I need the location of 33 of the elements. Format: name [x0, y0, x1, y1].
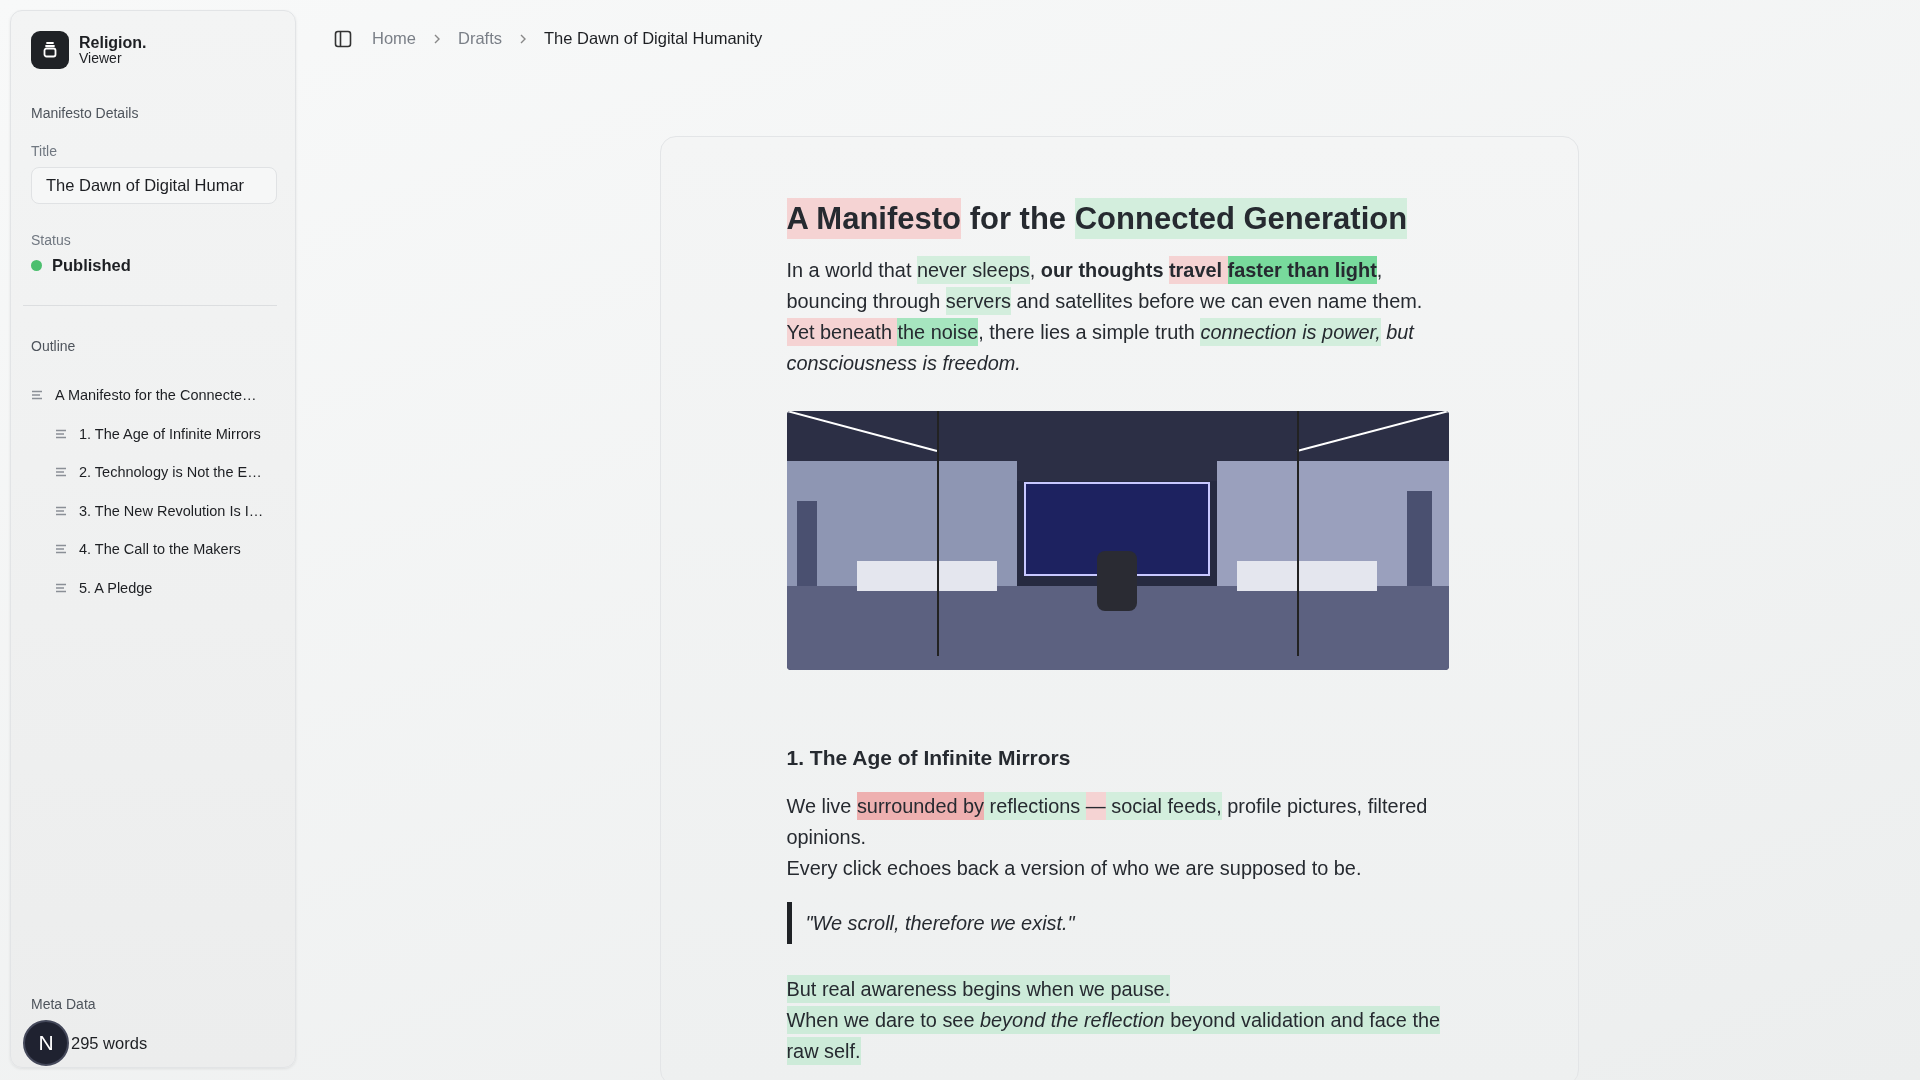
outline-item[interactable]: 1. The Age of Infinite Mirrors	[31, 414, 277, 453]
breadcrumb-link[interactable]: The Dawn of Digital Humanity	[544, 29, 763, 48]
lines-icon	[55, 467, 67, 478]
field-label: Title	[31, 143, 58, 159]
word-count: 295 words	[71, 1034, 148, 1053]
outline-item[interactable]: 3. The New Revolution Is I…	[31, 491, 277, 530]
breadcrumb-link[interactable]: Home	[372, 29, 416, 48]
jar-icon	[31, 31, 69, 69]
user-role: Viewer	[79, 51, 122, 67]
document-title: A Manifesto for the Connected Generation	[786, 197, 1452, 241]
lines-icon	[55, 505, 67, 516]
lines-icon	[55, 428, 67, 439]
outline-item[interactable]: 2. Technology is Not the E…	[31, 453, 277, 492]
app-name: Religion.	[79, 33, 147, 52]
status-text: Published	[52, 256, 131, 275]
field-label: Status	[31, 232, 72, 248]
section-heading: Meta Data	[31, 996, 97, 1012]
lines-icon	[31, 390, 43, 401]
chevron-icon	[432, 32, 442, 45]
lines-icon	[55, 544, 67, 555]
section-heading: 1. The Age of Infinite Mirrors	[786, 745, 1072, 771]
avatar-button[interactable]: N	[23, 1020, 69, 1066]
sidebar-toggle-icon[interactable]	[334, 29, 352, 48]
paragraph: We live surrounded by reflections — social feeds, profile pictures, filtered opinions. Every click echoes back a version of who we are supposed to be.	[786, 791, 1452, 884]
outline-item[interactable]: 5. A Pledge	[31, 568, 277, 607]
section-heading: Outline	[31, 338, 77, 354]
lines-icon	[55, 582, 67, 593]
breadcrumb-link[interactable]: Drafts	[458, 29, 503, 48]
block-quote: "We scroll, therefore we exist."	[786, 902, 1452, 944]
outline-item[interactable]: 4. The Call to the Makers	[31, 530, 277, 569]
outline-item[interactable]: A Manifesto for the Connecte…	[31, 376, 277, 415]
title-field[interactable]: The Dawn of Digital Humar	[31, 167, 277, 204]
section-heading: Manifesto Details	[31, 105, 140, 121]
